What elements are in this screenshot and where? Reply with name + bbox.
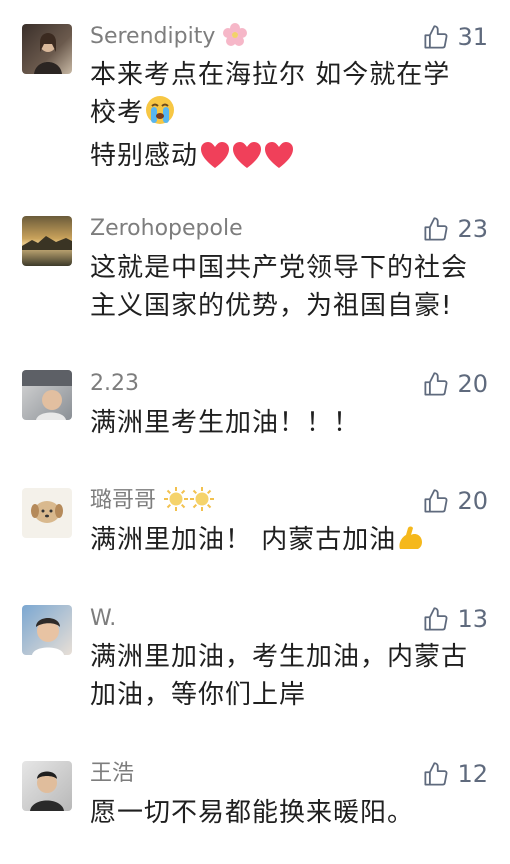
like-button[interactable]: 20 (422, 486, 488, 516)
thumbs-up-icon (424, 761, 448, 786)
like-count: 23 (457, 215, 488, 243)
blossom-icon (222, 22, 248, 57)
heart-icon (230, 141, 262, 180)
comment-text: 这就是中国共产党领导下的社会 主义国家的优势，为祖国自豪! (90, 253, 469, 321)
heart-icon (262, 141, 294, 180)
thumbs-up-icon (424, 371, 448, 396)
sun-icon (189, 486, 215, 521)
avatar[interactable] (22, 216, 72, 266)
username[interactable]: 王浩 (90, 759, 134, 789)
avatar[interactable] (22, 605, 72, 655)
comment-text: 满洲里考生加油！！！ (90, 408, 361, 438)
thumbs-up-icon (424, 606, 448, 631)
sun-icon (163, 486, 189, 521)
username[interactable]: W. (90, 604, 116, 634)
comment-text: 本来考点在海拉尔 如今就在学 校考 特别感动 (90, 56, 490, 180)
crying-icon (144, 94, 176, 137)
comment-text: 愿一切不易都能换来暖阳。 (90, 798, 415, 828)
username[interactable]: 璐哥哥 (90, 486, 215, 521)
thumbs-up-icon (424, 488, 448, 513)
comment-text: 满洲里加油！ 内蒙古加油 (90, 521, 490, 564)
comment-text: 满洲里加油，考生加油，内蒙古 加油，等你们上岸 (90, 642, 469, 710)
avatar[interactable] (22, 370, 72, 420)
like-button[interactable]: 13 (422, 604, 488, 634)
username[interactable]: Zerohopepole (90, 214, 243, 244)
like-button[interactable]: 20 (422, 369, 488, 399)
like-button[interactable]: 23 (422, 214, 488, 244)
username[interactable]: Serendipity (90, 22, 248, 57)
avatar[interactable] (22, 24, 72, 74)
avatar[interactable] (22, 761, 72, 811)
flexed-biceps-icon (396, 523, 426, 564)
thumbs-up-icon (424, 24, 448, 49)
like-count: 12 (457, 760, 488, 788)
like-count: 20 (457, 487, 488, 515)
like-count: 31 (457, 23, 488, 51)
like-button[interactable]: 12 (422, 759, 488, 789)
like-count: 20 (457, 370, 488, 398)
like-count: 13 (457, 605, 488, 633)
avatar[interactable] (22, 488, 72, 538)
like-button[interactable]: 31 (422, 22, 488, 52)
thumbs-up-icon (424, 216, 448, 241)
username[interactable]: 2.23 (90, 369, 139, 399)
heart-icon (198, 141, 230, 180)
